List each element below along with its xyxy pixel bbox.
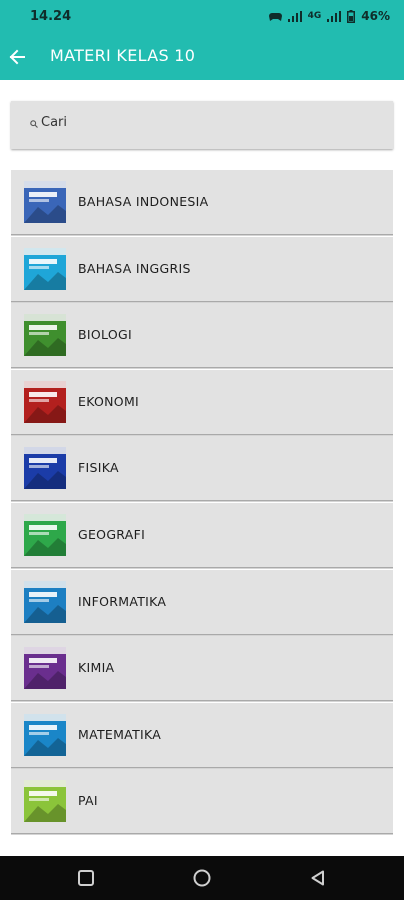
list-item[interactable]: BAHASA INDONESIA xyxy=(11,170,393,234)
book-cover-image xyxy=(24,247,66,290)
list-item[interactable]: KIMIA xyxy=(11,636,393,701)
signal-icon xyxy=(287,10,302,22)
status-icons: 4G 46% xyxy=(268,9,390,23)
battery-level: 46% xyxy=(361,9,390,23)
book-cover-image xyxy=(24,780,66,823)
home-button[interactable] xyxy=(193,869,211,887)
list-item[interactable]: BAHASA INGGRIS xyxy=(11,236,393,301)
subject-list: BAHASA INDONESIA BAHASA INGGRIS BIOLOGI EKO… xyxy=(11,170,393,856)
list-item[interactable]: BIOLOGI xyxy=(11,303,393,368)
list-item-label: KIMIA xyxy=(78,660,115,676)
navigation-bar xyxy=(0,856,404,900)
signal-icon xyxy=(327,10,342,22)
list-item-label: MATEMATIKA xyxy=(78,726,162,742)
list-item[interactable]: EKONOMI xyxy=(11,369,393,434)
battery-icon xyxy=(347,9,356,23)
list-item-label: INFORMATIKA xyxy=(78,593,167,609)
list-item-label: PAI xyxy=(78,793,98,809)
back-nav-button[interactable] xyxy=(311,870,325,886)
list-item[interactable]: INFORMATIKA xyxy=(11,569,393,634)
list-item-label: GEOGRAFI xyxy=(78,526,146,542)
book-cover-image xyxy=(24,380,66,423)
book-cover-image xyxy=(24,181,66,223)
recent-apps-button[interactable] xyxy=(78,870,94,886)
list-item-label: BAHASA INGGRIS xyxy=(78,260,191,276)
search-input[interactable] xyxy=(41,115,371,130)
book-cover-image xyxy=(24,314,66,357)
search-icon xyxy=(30,120,38,128)
network-type: 4G xyxy=(307,11,322,21)
book-cover-image xyxy=(24,713,66,756)
back-button[interactable] xyxy=(0,34,34,80)
game-controller-icon xyxy=(268,12,282,21)
page-title: MATERI KELAS 10 xyxy=(50,46,196,65)
book-cover-image xyxy=(24,580,66,623)
list-item[interactable]: MATEMATIKA xyxy=(11,702,393,767)
status-bar: 14.24 4G 46% xyxy=(0,0,404,34)
arrow-left-icon xyxy=(9,49,25,65)
list-item-label: FISIKA xyxy=(78,460,119,476)
list-item-label: BAHASA INDONESIA xyxy=(78,194,209,209)
list-item[interactable]: PAI xyxy=(11,769,393,834)
list-item[interactable]: FISIKA xyxy=(11,436,393,501)
list-item[interactable]: GEOGRAFI xyxy=(11,502,393,567)
list-item-label: EKONOMI xyxy=(78,393,140,409)
app-bar: MATERI KELAS 10 xyxy=(0,34,404,80)
book-cover-image xyxy=(24,647,66,690)
book-cover-image xyxy=(24,447,66,490)
search-box[interactable] xyxy=(11,101,393,149)
status-time: 14.24 xyxy=(30,9,72,24)
list-item-label: BIOLOGI xyxy=(78,327,132,343)
book-cover-image xyxy=(24,513,66,556)
